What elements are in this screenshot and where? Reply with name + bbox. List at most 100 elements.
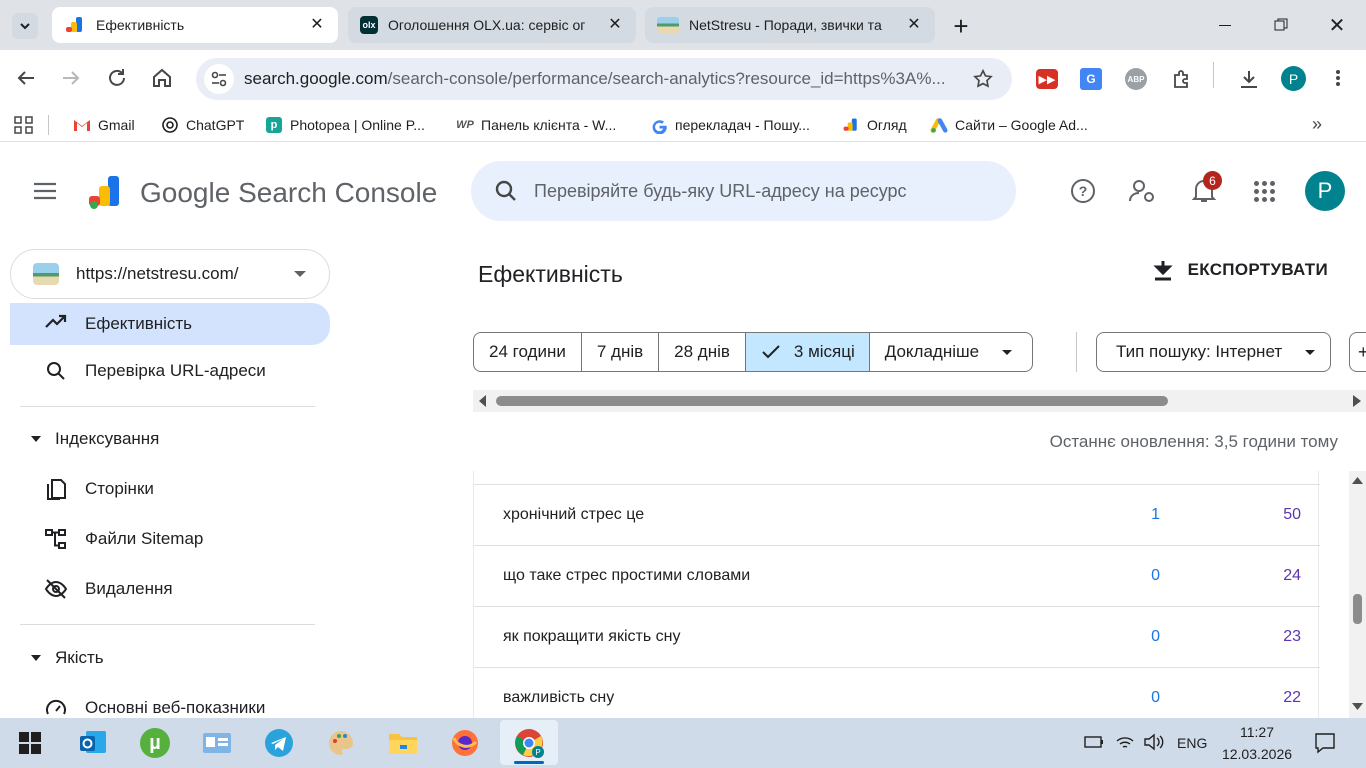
scroll-down-arrow-icon[interactable] — [1352, 703, 1363, 710]
tab-olx[interactable]: olx Оголошення OLX.ua: сервіс ог ✕ — [348, 7, 636, 43]
browser-menu-icon[interactable] — [1328, 66, 1348, 90]
add-filter-chip[interactable]: + — [1349, 332, 1366, 372]
utorrent-icon[interactable]: µ — [135, 723, 175, 763]
forward-arrow-icon[interactable] — [59, 66, 83, 90]
clicks-cell: 0 — [1151, 567, 1160, 584]
clock-date[interactable]: 12.03.2026 — [1218, 746, 1296, 762]
search-type-label: Тип пошуку: Інтернет — [1116, 342, 1283, 361]
bookmark-gmail[interactable]: Gmail — [73, 114, 135, 136]
range-more[interactable]: Докладніше — [869, 332, 1034, 372]
bookmark-wp-panel[interactable]: WP Панель клієнта - W... — [456, 114, 616, 136]
profile-avatar[interactable]: P — [1281, 66, 1306, 91]
hamburger-menu-icon[interactable] — [33, 181, 57, 201]
nav-sitemaps[interactable]: Файли Sitemap — [10, 521, 330, 557]
last-updated-text: Останнє оновлення: 3,5 години тому — [1049, 432, 1338, 451]
control-panel-icon[interactable] — [197, 723, 237, 763]
extensions-puzzle-icon[interactable] — [1170, 67, 1194, 91]
table-row[interactable]: як покращити якість сну 0 23 — [474, 607, 1320, 668]
extension-adblock-icon[interactable]: ABP — [1125, 68, 1147, 90]
apps-grid-icon[interactable] — [14, 116, 34, 134]
nav-performance[interactable]: Ефективність — [10, 303, 330, 345]
new-tab-plus-icon[interactable]: + — [944, 9, 978, 43]
product-name[interactable]: Google Search Console — [140, 177, 437, 209]
battery-icon[interactable] — [1084, 735, 1104, 749]
bookmark-translator[interactable]: перекладач - Пошу... — [650, 114, 810, 136]
windows-start-icon[interactable] — [10, 723, 50, 763]
range-label: 24 години — [489, 342, 566, 361]
table-row — [474, 471, 1320, 485]
scroll-left-arrow-icon[interactable] — [479, 395, 487, 407]
reload-icon[interactable] — [105, 66, 129, 90]
nav-section-quality[interactable]: Якість — [30, 648, 104, 668]
scroll-up-arrow-icon[interactable] — [1352, 477, 1363, 484]
nav-url-inspection[interactable]: Перевірка URL-адреси — [10, 353, 330, 389]
close-window-icon[interactable]: ✕ — [1322, 10, 1352, 40]
home-icon[interactable] — [150, 66, 174, 90]
nav-section-indexing[interactable]: Індексування — [30, 429, 159, 449]
tab-efektyvnist[interactable]: Ефективність ✕ — [52, 7, 338, 43]
bookmark-overview[interactable]: Огляд — [842, 114, 907, 136]
table-row[interactable]: важливість сну 0 22 — [474, 668, 1320, 718]
google-apps-grid-icon[interactable] — [1254, 181, 1276, 203]
range-7-days[interactable]: 7 днів — [581, 332, 660, 372]
search-console-logo-icon[interactable] — [86, 173, 126, 211]
vertical-scroll-thumb[interactable] — [1353, 594, 1362, 624]
tab-close-icon[interactable]: ✕ — [905, 16, 923, 34]
query-cell: що таке стрес простими словами — [503, 567, 751, 584]
nav-label: Файли Sitemap — [85, 529, 204, 548]
notification-center-icon[interactable] — [1314, 732, 1336, 754]
bookmark-chatgpt[interactable]: ChatGPT — [161, 114, 244, 136]
scroll-right-arrow-icon[interactable] — [1353, 395, 1361, 407]
bookmark-photopea[interactable]: p Photopea | Online P... — [265, 114, 425, 136]
outlook-icon[interactable] — [73, 723, 113, 763]
chrome-taskbar-button[interactable]: P — [500, 720, 558, 765]
tab-netstresu[interactable]: NetStresu - Поради, звички та ✕ — [645, 7, 935, 43]
search-console-icon — [66, 17, 82, 32]
tab-search-button[interactable] — [12, 13, 38, 39]
range-3-months[interactable]: 3 місяці — [745, 332, 870, 372]
language-indicator[interactable]: ENG — [1177, 735, 1207, 751]
extension-translate-icon[interactable]: G — [1080, 68, 1102, 90]
nav-pages[interactable]: Сторінки — [10, 471, 330, 507]
extension-video-speed-icon[interactable]: ▶▶ — [1036, 69, 1058, 89]
bookmark-label: перекладач - Пошу... — [675, 117, 810, 133]
chatgpt-icon — [161, 116, 179, 134]
clock-time[interactable]: 11:27 — [1222, 724, 1292, 740]
help-icon[interactable]: ? — [1070, 178, 1096, 204]
search-type-filter[interactable]: Тип пошуку: Інтернет — [1096, 332, 1332, 372]
bookmarks-overflow-chevron-icon[interactable]: » — [1312, 114, 1322, 135]
range-28-days[interactable]: 28 днів — [659, 332, 746, 372]
nav-core-web-vitals[interactable]: Основні веб-показники — [10, 690, 330, 718]
site-info-tune-icon[interactable] — [204, 64, 234, 94]
file-explorer-icon[interactable] — [383, 723, 423, 763]
back-arrow-icon[interactable] — [14, 66, 38, 90]
bookmark-star-icon[interactable] — [972, 68, 994, 90]
caret-down-icon — [31, 655, 41, 661]
horizontal-scrollbar[interactable] — [473, 390, 1366, 412]
export-button[interactable]: ЕКСПОРТУВАТИ — [1152, 259, 1328, 281]
vertical-scrollbar[interactable] — [1349, 471, 1366, 718]
checkmark-icon — [762, 345, 780, 359]
user-settings-icon[interactable] — [1129, 178, 1157, 204]
table-row[interactable]: що таке стрес простими словами 0 24 — [474, 546, 1320, 607]
paint-palette-icon[interactable] — [321, 723, 361, 763]
address-bar[interactable]: search.google.com/search-console/perform… — [196, 58, 1012, 100]
minimize-icon[interactable] — [1210, 10, 1240, 40]
range-label: Докладніше — [884, 342, 980, 361]
tab-close-icon[interactable]: ✕ — [308, 16, 326, 34]
firefox-icon[interactable] — [445, 723, 485, 763]
property-selector[interactable]: https://netstresu.com/ — [10, 249, 330, 299]
range-24-hours[interactable]: 24 години — [473, 332, 582, 372]
nav-removals[interactable]: Видалення — [10, 571, 330, 607]
account-avatar[interactable]: P — [1305, 171, 1345, 211]
bookmark-google-ads[interactable]: Сайти – Google Ad... — [930, 114, 1088, 136]
download-icon[interactable] — [1237, 67, 1261, 91]
telegram-icon[interactable] — [259, 723, 299, 763]
wifi-icon[interactable] — [1115, 733, 1135, 751]
table-row[interactable]: хронічний стрес це 1 50 — [474, 485, 1320, 546]
restore-icon[interactable] — [1266, 10, 1296, 40]
horizontal-scroll-thumb[interactable] — [496, 396, 1168, 406]
tab-close-icon[interactable]: ✕ — [606, 16, 624, 34]
url-inspection-search[interactable]: Перевіряйте будь-яку URL-адресу на ресур… — [471, 161, 1016, 221]
volume-icon[interactable] — [1143, 733, 1165, 751]
